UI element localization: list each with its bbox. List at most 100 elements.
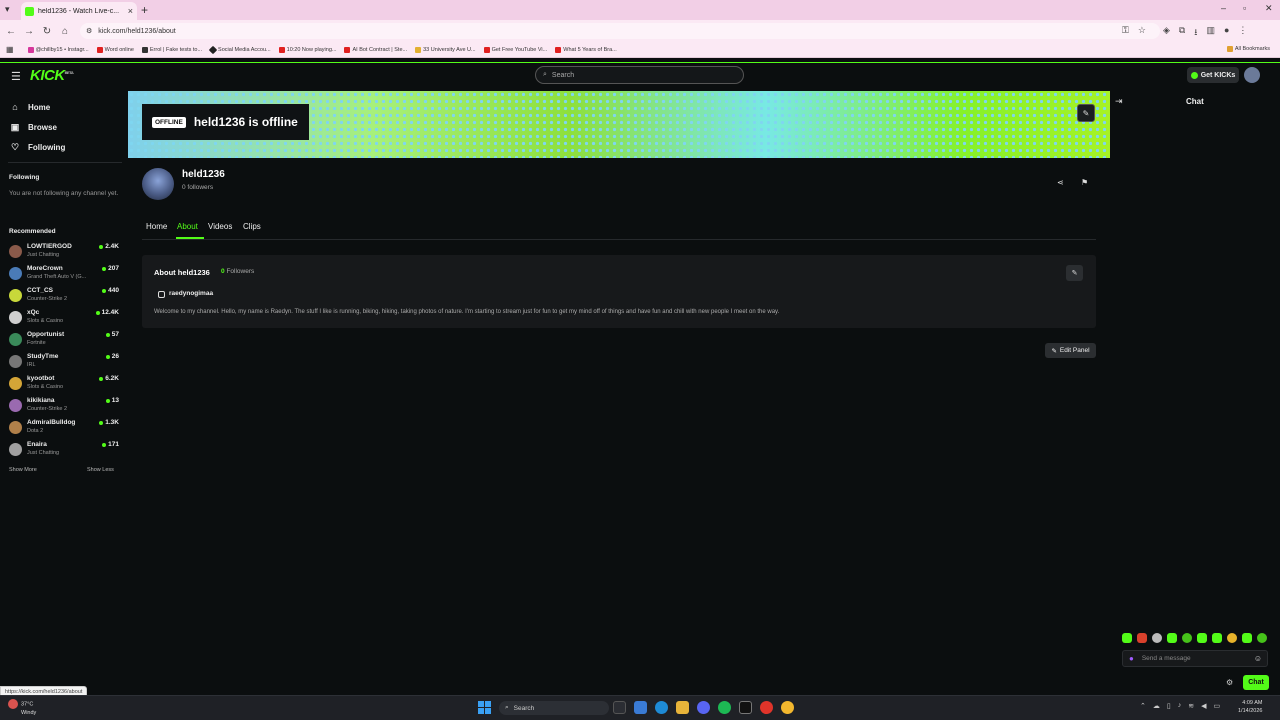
edge-icon[interactable] [655, 701, 668, 714]
emote-icon[interactable] [1167, 633, 1177, 643]
weather-widget[interactable]: 37°C Windy [8, 699, 36, 717]
recommended-channel[interactable]: xQc Slots & Casino 12.4K [9, 309, 121, 331]
all-bookmarks-button[interactable]: All Bookmarks [1226, 46, 1270, 52]
phone-link-icon[interactable]: ▯ [1167, 702, 1171, 710]
maximize-icon[interactable]: ▫ [1243, 3, 1246, 13]
bookmark-item[interactable]: Errol | Fake tests to... [141, 46, 202, 53]
recommended-channel[interactable]: kikikiana Counter-Strike 2 13 [9, 397, 121, 419]
tab-about[interactable]: About [177, 222, 198, 231]
bookmark-item[interactable]: Get Free YouTube Vi... [483, 46, 547, 53]
chat-message-input[interactable]: ● Send a message ☺ [1122, 650, 1268, 667]
tab-videos[interactable]: Videos [208, 222, 232, 231]
discord-icon[interactable] [697, 701, 710, 714]
user-avatar[interactable] [1244, 67, 1260, 83]
address-bar[interactable]: ⚙ kick.com/held1236/about [80, 23, 1160, 39]
emote-icon[interactable] [1197, 633, 1207, 643]
emote-icon[interactable] [1122, 633, 1132, 643]
tab-search-icon[interactable]: ▾ [5, 4, 10, 15]
show-more-button[interactable]: Show More [9, 467, 37, 473]
password-key-icon[interactable]: ⚿ [1122, 25, 1129, 41]
sidebar-item-home[interactable]: ⌂ Home [10, 102, 50, 112]
bookmark-item[interactable]: 10:20 Now playing... [278, 46, 336, 53]
channel-category: IRL [27, 362, 36, 368]
volume-icon[interactable]: ◀ [1201, 702, 1206, 710]
file-explorer-icon[interactable] [676, 701, 689, 714]
edit-banner-button[interactable]: ✎ [1077, 104, 1095, 122]
show-less-button[interactable]: Show Less [87, 467, 114, 473]
instagram-link[interactable]: raedynogimaa [169, 290, 213, 297]
menu-icon[interactable]: ☰ [11, 70, 21, 83]
microphone-icon[interactable]: ● [1129, 654, 1134, 663]
onedrive-icon[interactable]: ☁ [1153, 702, 1160, 710]
emoji-picker-icon[interactable]: ☺ [1254, 654, 1262, 663]
bookmark-item[interactable]: Word online [96, 46, 134, 53]
show-hidden-icons-icon[interactable]: ⌃ [1140, 702, 1146, 710]
taskbar-clock[interactable]: 4:09 AM 1/14/2026 [1238, 699, 1262, 715]
user-settings-icon[interactable]: ⚑ [1081, 178, 1088, 187]
bookmark-item[interactable]: 33 University Ave U... [415, 46, 476, 53]
sidebar-item-browse[interactable]: ▣ Browse [10, 122, 57, 133]
battery-icon[interactable]: ▭ [1214, 702, 1221, 710]
recommended-channel[interactable]: LOWTIERGOD Just Chatting 2.4K [9, 243, 121, 265]
task-view-icon[interactable] [613, 701, 626, 714]
get-kicks-button[interactable]: Get KICKs [1187, 67, 1239, 83]
tab-clips[interactable]: Clips [243, 222, 261, 231]
chrome-menu-icon[interactable]: ⋮ [1238, 25, 1247, 41]
close-tab-icon[interactable]: × [128, 6, 133, 16]
chrome-icon[interactable] [781, 701, 794, 714]
edit-panel-button[interactable]: ✎ Edit Panel [1045, 343, 1096, 358]
emote-icon[interactable] [1242, 633, 1252, 643]
share-icon[interactable]: ⋖ [1057, 178, 1064, 187]
taskbar-search[interactable]: ⌕ Search [499, 701, 609, 715]
recommended-channel[interactable]: Opportunist Fortnite 57 [9, 331, 121, 353]
bookmark-item[interactable]: Social Media Accou... [208, 45, 271, 54]
chat-settings-icon[interactable]: ⚙ [1226, 678, 1233, 687]
minimize-icon[interactable]: – [1221, 3, 1226, 13]
kick-logo[interactable]: KICKBETA [30, 67, 74, 84]
sidebar-toggle-icon[interactable]: ▥ [1206, 25, 1215, 41]
microphone-icon[interactable]: ♪ [1178, 702, 1182, 710]
recommended-channel[interactable]: CCT_CS Counter-Strike 2 440 [9, 287, 121, 309]
spotify-icon[interactable] [718, 701, 731, 714]
emote-icon[interactable] [1152, 633, 1162, 643]
channel-avatar[interactable] [142, 168, 174, 200]
send-chat-button[interactable]: Chat [1243, 675, 1269, 690]
edit-about-button[interactable]: ✎ [1066, 265, 1083, 281]
emote-icon[interactable] [1227, 633, 1237, 643]
download-icon[interactable]: ⭳ [1194, 25, 1197, 41]
emote-icon[interactable] [1182, 633, 1192, 643]
close-window-icon[interactable]: ✕ [1265, 3, 1273, 14]
forward-icon[interactable]: → [20, 26, 38, 37]
bookmark-item[interactable]: AI Bot Contract | Ste... [344, 46, 407, 53]
start-button[interactable] [478, 701, 491, 714]
recommended-channel[interactable]: StudyTme IRL 26 [9, 353, 121, 375]
wifi-icon[interactable]: ≋ [1188, 702, 1194, 710]
search-input[interactable]: ⌕ Search [535, 66, 744, 84]
bookmark-star-icon[interactable]: ☆ [1138, 25, 1146, 41]
recommended-channel[interactable]: AdmiralBulldog Dota 2 1.3K [9, 419, 121, 441]
browser-tab[interactable]: held1236 - Watch Live-c... × [21, 2, 137, 20]
site-info-icon[interactable]: ⚙ [86, 27, 92, 35]
collapse-chat-icon[interactable]: ⇥ [1115, 96, 1123, 107]
bookmark-item[interactable]: @chillby15 • Instagr... [27, 46, 89, 53]
sidebar-item-following[interactable]: ♡ Following [10, 142, 65, 153]
new-tab-icon[interactable]: + [141, 3, 148, 17]
profile-icon[interactable]: ● [1224, 25, 1229, 41]
home-icon[interactable]: ⌂ [56, 26, 74, 37]
recommended-channel[interactable]: MoreCrown Grand Theft Auto V (G... 207 [9, 265, 121, 287]
extension-puzzle-icon[interactable]: ⧉ [1179, 25, 1185, 41]
recommended-channel[interactable]: Enaira Just Chatting 171 [9, 441, 121, 463]
reload-icon[interactable]: ↻ [38, 26, 56, 37]
recommended-channel[interactable]: kyootbot Slots & Casino 6.2K [9, 375, 121, 397]
back-icon[interactable]: ← [2, 26, 20, 37]
capcut-icon[interactable] [739, 701, 752, 714]
widgets-icon[interactable] [634, 701, 647, 714]
tab-home[interactable]: Home [146, 222, 167, 231]
emote-icon[interactable] [1212, 633, 1222, 643]
emote-icon[interactable] [1257, 633, 1267, 643]
extension-icon[interactable]: ◈ [1163, 25, 1170, 41]
app-icon[interactable] [760, 701, 773, 714]
emote-icon[interactable] [1137, 633, 1147, 643]
apps-grid-icon[interactable]: ▦ [6, 45, 14, 54]
bookmark-item[interactable]: What 5 Years of Bra... [555, 46, 617, 53]
